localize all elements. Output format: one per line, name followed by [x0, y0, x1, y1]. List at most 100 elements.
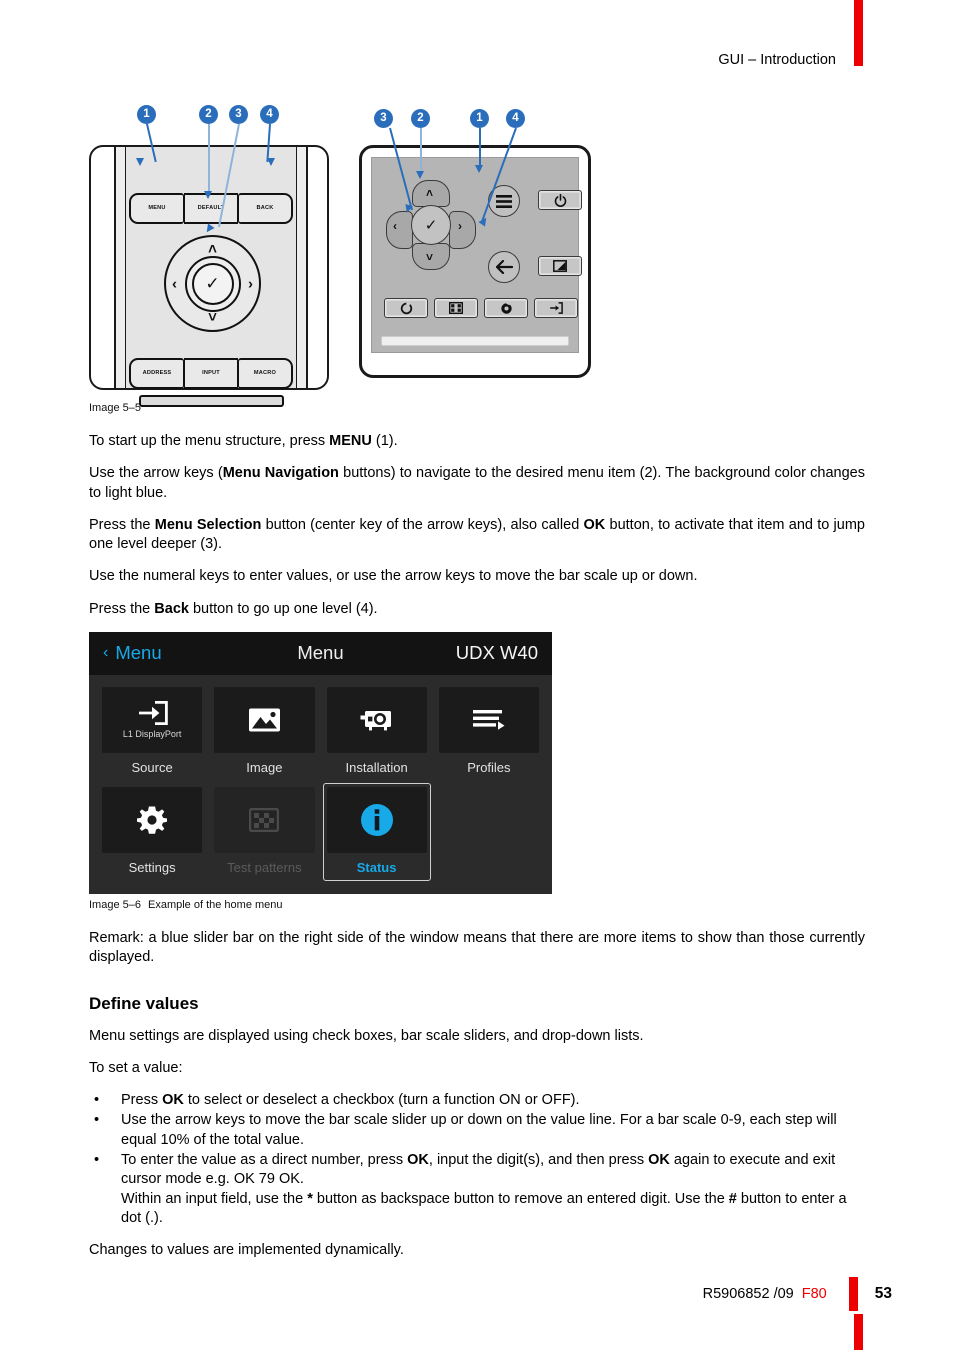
osd-model-name: UDX W40 [455, 642, 538, 664]
profiles-list-icon [472, 709, 505, 730]
osd-home-menu-screenshot: ‹ Menu Menu UDX W40 L1 DisplayPort Sourc… [89, 631, 552, 894]
osd-tile-status-box [326, 786, 427, 853]
page-content: 1 2 3 4 MENU DEFAULT BACK ˄ ˅ ‹ › ✓ ADDR… [89, 0, 865, 1260]
osd-tile-source[interactable]: L1 DisplayPort Source [98, 683, 206, 781]
p5-bold-back: Back [154, 600, 189, 617]
p3-pre: Press the [89, 516, 155, 533]
remote-address-button[interactable]: ADDRESS [129, 358, 184, 389]
keypad-shutter-button[interactable] [384, 298, 428, 318]
footer-red-separator [848, 1277, 858, 1311]
p1-post: (1). [371, 433, 398, 449]
keypad-test-pattern-button[interactable] [434, 298, 478, 318]
osd-tile-image-label: Image [246, 759, 283, 775]
osd-tile-settings-box [102, 786, 203, 853]
figure-2-caption-title: Example of the home menu [147, 898, 283, 911]
remote-menu-button[interactable]: MENU [129, 193, 184, 224]
remote-back-button[interactable]: BACK [238, 193, 293, 224]
osd-tile-settings[interactable]: Settings [98, 783, 206, 881]
callout-1-keypad: 1 [470, 109, 489, 128]
define-values-bullet-list: Press OK to select or deselect a checkbo… [89, 1091, 865, 1228]
source-input-icon [139, 701, 168, 726]
osd-tile-status-label: Status [356, 859, 397, 875]
osd-tile-profiles[interactable]: Profiles [435, 683, 543, 781]
remote-dpad-right-icon[interactable]: › [248, 276, 253, 291]
shutter-icon [400, 301, 412, 314]
osd-tile-status[interactable]: Status [322, 782, 431, 881]
osd-tile-image-box [214, 686, 315, 753]
callout-line-keypad-2 [420, 128, 422, 176]
osd-tile-test-patterns-box [214, 786, 315, 853]
remote-dpad[interactable]: ˄ ˅ ‹ › ✓ [164, 235, 261, 332]
paragraph-remark: Remark: a blue slider bar on the right s… [89, 929, 865, 966]
osd-tile-source-sub: L1 DisplayPort [122, 729, 182, 740]
remote-macro-button[interactable]: MACRO [238, 358, 293, 389]
bullet-checkbox: Press OK to select or deselect a checkbo… [89, 1091, 865, 1111]
osd-tile-test-patterns[interactable]: Test patterns [210, 783, 318, 881]
osd-tile-grid: L1 DisplayPort Source Image Installation… [89, 675, 552, 894]
paragraph-menu-selection: Press the Menu Selection button (center … [89, 516, 865, 555]
keypad-left-button[interactable] [386, 211, 413, 249]
paragraph-numeral-keys: Use the numeral keys to enter values, or… [89, 568, 698, 585]
p2-pre: Use the arrow keys ( [89, 465, 223, 482]
callout-line-keypad-1 [479, 128, 481, 170]
keypad-power-button[interactable] [538, 190, 582, 210]
remote-bottom-strip [139, 395, 284, 407]
callout-3-keypad: 3 [374, 109, 393, 128]
figure-2-caption: Image 5–6 Example of the home menu [89, 899, 865, 911]
remote-dpad-down-icon[interactable]: ˅ [208, 310, 217, 325]
callout-4-remote: 4 [260, 105, 279, 124]
remote-dpad-ring: ✓ [184, 255, 241, 312]
local-keypad-illustration: ✓ ˄ ˅ ‹ › [359, 145, 591, 378]
osd-header: ‹ Menu Menu UDX W40 [89, 631, 552, 675]
contrast-icon [553, 260, 567, 272]
callout-2-remote: 2 [199, 105, 218, 124]
keypad-dpad[interactable]: ✓ ˄ ˅ ‹ › [386, 180, 476, 270]
osd-tile-installation[interactable]: Installation [323, 683, 431, 781]
remote-ok-button[interactable]: ✓ [191, 262, 234, 305]
keypad-input-select-button[interactable] [534, 298, 578, 318]
callout-line-2 [208, 124, 210, 196]
callout-arrow-2 [204, 191, 212, 199]
remote-dpad-left-icon[interactable]: ‹ [172, 276, 177, 291]
osd-tile-source-box: L1 DisplayPort [102, 686, 203, 753]
osd-tile-settings-label: Settings [128, 859, 176, 875]
keypad-back-button[interactable] [488, 251, 520, 283]
osd-tile-image[interactable]: Image [210, 683, 318, 781]
callout-1-remote: 1 [137, 105, 156, 124]
keypad-lens-focus-button[interactable] [484, 298, 528, 318]
paragraph-start-menu: To start up the menu structure, press ME… [89, 432, 865, 451]
bullet-direct-number: To enter the value as a direct number, p… [89, 1151, 865, 1228]
keypad-down-arrow-icon: ˅ [426, 250, 434, 264]
back-arrow-icon [495, 260, 513, 274]
callout-3-remote: 3 [229, 105, 248, 124]
projector-icon [360, 710, 391, 731]
paragraph-menu-navigation: Use the arrow keys (Menu Navigation butt… [89, 464, 865, 503]
callout-2-keypad: 2 [411, 109, 430, 128]
input-select-icon [550, 302, 563, 314]
keypad-face: ✓ ˄ ˅ ‹ › [371, 157, 582, 353]
keypad-right-button[interactable] [449, 211, 476, 249]
paragraph-back-button: Press the Back button to go up one level… [89, 600, 865, 619]
osd-tile-profiles-box [438, 686, 539, 753]
keypad-left-arrow-icon: ‹ [393, 219, 397, 233]
p3-bold-menu-selection: Menu Selection [154, 516, 262, 533]
keypad-right-arrow-icon: › [458, 219, 462, 233]
keypad-up-arrow-icon: ˄ [426, 186, 434, 200]
power-icon [554, 193, 566, 207]
page-footer: R5906852 /09 F80 53 [0, 1250, 954, 1350]
gear-icon [137, 806, 168, 834]
p1-bold-menu: MENU [329, 433, 372, 449]
keypad-contrast-button[interactable] [538, 256, 582, 276]
bullet-3-pre: To enter the value as a direct number, p… [121, 1151, 408, 1168]
callout-4-keypad: 4 [506, 109, 525, 128]
test-pattern-icon [249, 807, 280, 832]
footer-red-rule [854, 1314, 863, 1350]
keypad-ok-button[interactable]: ✓ [411, 205, 451, 245]
p3-mid: button (center key of the arrow keys), a… [261, 516, 584, 533]
callout-arrow-keypad-2 [416, 171, 424, 179]
info-icon [360, 803, 393, 836]
keypad-foot-strip [381, 336, 569, 346]
bullet-1-post: to select or deselect a checkbox (turn a… [183, 1092, 580, 1109]
remote-input-button[interactable]: INPUT [184, 358, 238, 389]
paragraph-set-a-value-lead: To set a value: [89, 1059, 183, 1076]
